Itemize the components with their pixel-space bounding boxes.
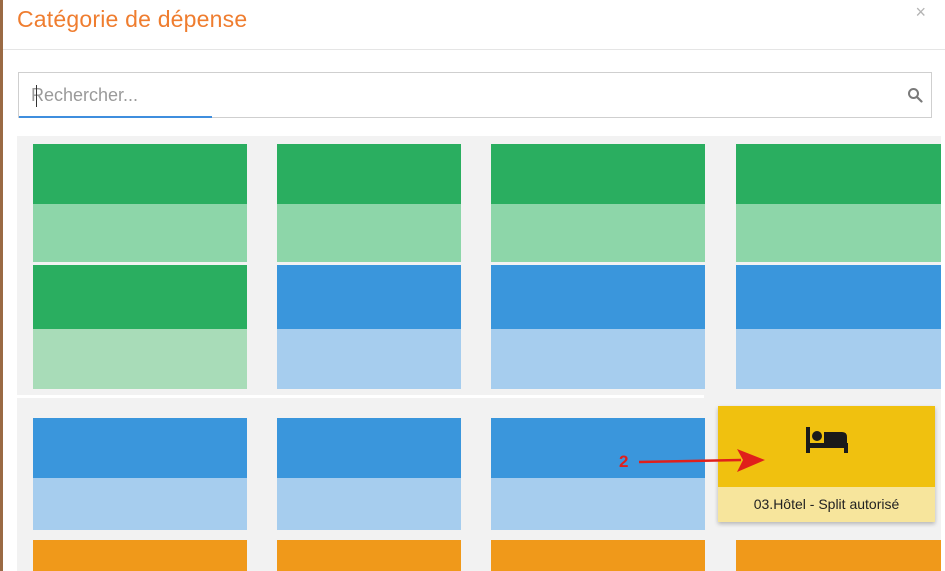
- dialog-title: Catégorie de dépense: [17, 6, 248, 32]
- close-icon[interactable]: ×: [915, 2, 926, 23]
- tile-footer: [33, 329, 247, 389]
- category-label: 03.Hôtel - Split autorisé: [718, 487, 935, 522]
- expense-category-dialog: Catégorie de dépense × Rechercher... 03.…: [3, 0, 945, 571]
- category-tile[interactable]: [33, 540, 247, 571]
- category-tile[interactable]: [33, 418, 247, 530]
- category-tile[interactable]: [33, 144, 247, 262]
- tile-footer: [736, 329, 941, 389]
- tile-footer: [277, 329, 461, 389]
- category-tile[interactable]: [33, 265, 247, 389]
- tile-footer: [277, 478, 461, 530]
- category-tile[interactable]: [491, 540, 705, 571]
- step-number-annotation: 2: [619, 452, 629, 471]
- category-tile[interactable]: [491, 265, 705, 389]
- bed-icon: [806, 427, 848, 453]
- tile-footer: [491, 204, 705, 262]
- category-tile[interactable]: [736, 265, 941, 389]
- category-tile[interactable]: [491, 144, 705, 262]
- category-tile[interactable]: [277, 418, 461, 530]
- tile-footer: [491, 478, 705, 530]
- search-focus-underline: [19, 116, 212, 118]
- text-caret: [36, 85, 37, 107]
- category-tile[interactable]: [277, 144, 461, 262]
- tile-footer: [491, 329, 705, 389]
- tile-footer: [33, 478, 247, 530]
- dialog-header: Catégorie de dépense ×: [3, 0, 945, 50]
- tile-footer: [736, 204, 941, 262]
- arrow-annotation: [638, 449, 765, 472]
- category-tile[interactable]: [277, 265, 461, 389]
- search-box[interactable]: [18, 72, 932, 118]
- category-tile[interactable]: [736, 144, 941, 262]
- row-highlight-edge: [12, 395, 704, 398]
- category-tile[interactable]: [736, 540, 941, 571]
- category-tile[interactable]: [277, 540, 461, 571]
- tile-footer: [277, 204, 461, 262]
- tile-footer: [33, 204, 247, 262]
- search-input[interactable]: [31, 73, 891, 117]
- search-icon[interactable]: [907, 87, 923, 103]
